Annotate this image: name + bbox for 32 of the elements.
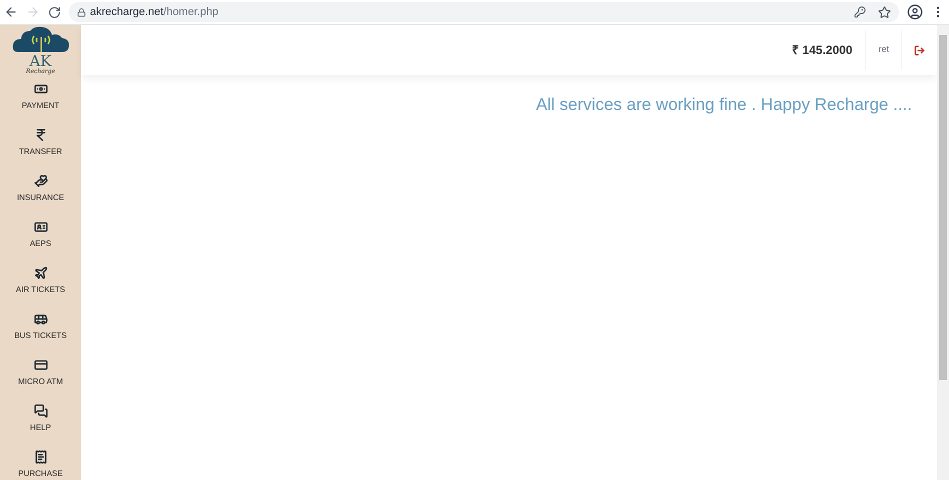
star-icon[interactable] (878, 6, 891, 18)
address-bar[interactable]: akrecharge.net/homer.php (69, 2, 899, 22)
user-link[interactable]: ret (865, 30, 901, 70)
cloud-logo-icon (12, 26, 70, 54)
cash-icon (34, 82, 48, 96)
lock-icon (77, 8, 86, 16)
sidebar-item[interactable]: PAYMENT (0, 80, 81, 126)
sidebar-item[interactable]: HELP (0, 402, 81, 448)
hand-heart-icon (34, 174, 48, 188)
id-card-icon (34, 220, 48, 234)
card-icon (34, 358, 48, 372)
sidebar-item[interactable]: AEPS (0, 218, 81, 264)
url-path: /homer.php (163, 4, 218, 20)
bus-icon (34, 312, 48, 326)
sidebar-item[interactable]: AIR TICKETS (0, 264, 81, 310)
url-host: akrecharge.net (90, 4, 164, 20)
reload-icon[interactable] (48, 6, 61, 18)
sidebar-item[interactable]: INSURANCE (0, 172, 81, 218)
back-icon[interactable] (4, 5, 18, 19)
key-icon[interactable] (854, 6, 866, 18)
status-message: All services are working fine . Happy Recharge .... (536, 94, 912, 116)
logo-letters: AK (29, 54, 52, 68)
sidebar-item[interactable]: PURCHASE (0, 448, 81, 480)
sidebar-item[interactable]: BUS TICKETS (0, 310, 81, 356)
profile-icon[interactable] (907, 4, 923, 20)
chat-icon (34, 404, 48, 418)
sidebar-item[interactable]: TRANSFER (0, 126, 81, 172)
receipt-icon (34, 450, 48, 464)
plane-icon (34, 266, 48, 280)
sidebar-item[interactable]: MICRO ATM (0, 356, 81, 402)
balance-amount: ₹ 145.2000 (792, 42, 854, 59)
logout-icon[interactable] (914, 44, 925, 56)
